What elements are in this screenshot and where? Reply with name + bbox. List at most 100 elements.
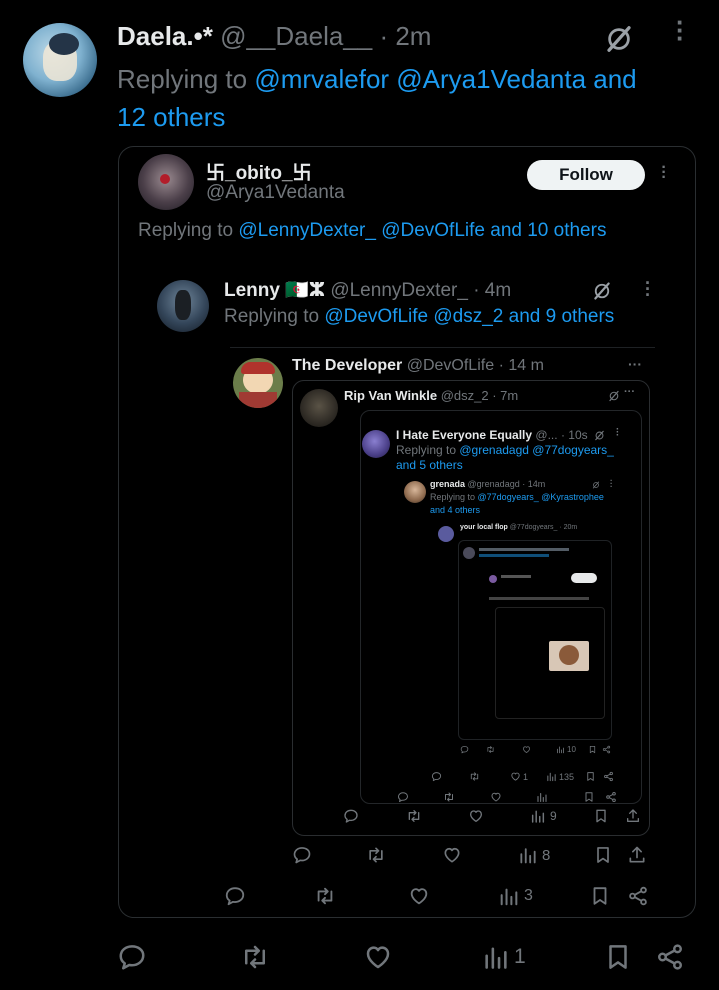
like-icon[interactable] xyxy=(490,791,502,803)
post-time[interactable]: · 20m xyxy=(559,524,577,531)
post-time[interactable]: · 2m xyxy=(379,21,431,51)
bookmark-icon[interactable] xyxy=(585,771,596,782)
replying-more[interactable]: and 5 others xyxy=(396,458,463,472)
author-handle[interactable]: @LennyDexter_ xyxy=(330,280,468,301)
replying-mentions[interactable]: @grenadagd @77dogyears_ xyxy=(459,443,613,457)
replying-mentions[interactable]: @LennyDexter_ @DevOfLife and 10 others xyxy=(238,220,606,241)
grok-icon[interactable] xyxy=(594,430,605,441)
reply-icon[interactable] xyxy=(117,942,147,972)
author-handle[interactable]: @dsz_2 xyxy=(441,388,489,403)
share-icon[interactable] xyxy=(655,942,685,972)
reply-icon[interactable] xyxy=(431,771,442,782)
views-icon[interactable]: 9 xyxy=(530,808,557,824)
bookmark-icon[interactable] xyxy=(593,808,609,824)
grok-icon[interactable] xyxy=(608,390,620,402)
author-name[interactable]: Rip Van Winkle xyxy=(344,388,437,403)
author-name[interactable]: 卐_obito_卐 xyxy=(206,158,312,185)
share-icon[interactable] xyxy=(602,745,611,754)
views-count: 9 xyxy=(550,809,557,823)
author-header: Daela.•* @__Daela__ · 2m xyxy=(117,20,431,52)
author-header: Rip Van Winkle @dsz_2 · 7m xyxy=(344,388,518,403)
avatar[interactable] xyxy=(233,358,283,408)
avatar[interactable] xyxy=(157,280,209,332)
retweet-icon[interactable] xyxy=(469,771,480,782)
bookmark-icon[interactable] xyxy=(593,845,613,865)
avatar[interactable] xyxy=(438,526,454,542)
author-handle[interactable]: @__Daela__ xyxy=(220,21,372,51)
views-icon[interactable]: 135 xyxy=(546,771,574,782)
author-name[interactable]: grenada xyxy=(430,479,465,489)
bookmark-icon[interactable] xyxy=(583,791,595,803)
like-icon[interactable] xyxy=(363,942,393,972)
more-icon[interactable]: ··· xyxy=(661,160,667,186)
more-icon[interactable]: ··· xyxy=(610,477,613,491)
reply-icon[interactable] xyxy=(397,791,409,803)
more-icon[interactable]: ··· xyxy=(616,425,620,441)
author-name[interactable]: I Hate Everyone Equally xyxy=(396,428,532,442)
share-icon[interactable] xyxy=(605,791,617,803)
author-name[interactable]: Daela.•* xyxy=(117,21,213,51)
author-handle[interactable]: @grenadagd xyxy=(468,479,520,489)
more-icon[interactable]: ··· xyxy=(676,9,685,51)
retweet-icon[interactable] xyxy=(314,885,336,907)
bookmark-icon[interactable] xyxy=(589,885,611,907)
avatar[interactable] xyxy=(138,154,194,210)
bookmark-icon[interactable] xyxy=(603,942,633,972)
reply-icon[interactable] xyxy=(224,885,246,907)
views-icon[interactable]: 8 xyxy=(518,845,550,865)
post-time[interactable]: · 14 m xyxy=(499,357,544,374)
upload-icon[interactable] xyxy=(625,808,641,824)
replying-mentions[interactable]: @mrvalefor @Arya1Vedanta and xyxy=(254,64,636,94)
views-icon[interactable] xyxy=(536,791,548,803)
author-name[interactable]: your local flop xyxy=(460,524,508,531)
replying-mentions[interactable]: @77dogyears_ @Kyrastrophee xyxy=(478,492,604,502)
author-handle[interactable]: @DevOfLife xyxy=(407,357,494,374)
grok-icon[interactable] xyxy=(592,281,612,301)
avatar[interactable] xyxy=(362,430,390,458)
views-icon[interactable]: 1 xyxy=(482,942,526,972)
reply-icon[interactable] xyxy=(343,808,359,824)
post-time[interactable]: · 4m xyxy=(473,280,511,301)
like-icon[interactable] xyxy=(468,808,484,824)
grok-icon[interactable] xyxy=(592,481,600,489)
more-icon[interactable]: ··· xyxy=(628,356,642,372)
like-icon[interactable] xyxy=(408,885,430,907)
upload-icon[interactable] xyxy=(627,845,647,865)
nested-post-thumbnail[interactable] xyxy=(458,540,612,740)
like-icon[interactable] xyxy=(522,745,531,754)
reply-icon[interactable] xyxy=(292,845,312,865)
reply-icon[interactable] xyxy=(460,745,469,754)
like-icon[interactable] xyxy=(442,845,462,865)
post-time[interactable]: · 10s xyxy=(561,428,588,442)
grok-icon[interactable] xyxy=(604,24,634,54)
author-handle[interactable]: @... xyxy=(535,428,557,442)
share-icon[interactable] xyxy=(603,771,614,782)
avatar[interactable] xyxy=(300,389,338,427)
replying-prefix: Replying to xyxy=(117,64,255,94)
share-icon[interactable] xyxy=(627,885,649,907)
author-name[interactable]: The Developer xyxy=(292,357,402,374)
retweet-icon[interactable] xyxy=(240,942,270,972)
avatar[interactable] xyxy=(404,481,426,503)
retweet-icon[interactable] xyxy=(486,745,495,754)
author-handle[interactable]: @77dogyears_ xyxy=(510,524,558,531)
views-icon[interactable]: 3 xyxy=(498,885,533,907)
like-icon[interactable]: 1 xyxy=(510,771,528,782)
avatar[interactable] xyxy=(23,23,97,97)
views-icon[interactable]: 10 xyxy=(556,745,576,754)
retweet-icon[interactable] xyxy=(366,845,386,865)
retweet-icon[interactable] xyxy=(443,791,455,803)
post-time[interactable]: · 14m xyxy=(522,479,545,489)
author-handle[interactable]: @Arya1Vedanta xyxy=(206,182,345,204)
replying-prefix: Replying to xyxy=(224,306,325,327)
post-time[interactable]: · 7m xyxy=(492,388,518,403)
replying-mentions[interactable]: @DevOfLife @dsz_2 and 9 others xyxy=(324,306,614,327)
bookmark-icon[interactable] xyxy=(588,745,597,754)
more-icon[interactable]: ··· xyxy=(645,274,651,304)
replying-more[interactable]: and 4 others xyxy=(430,505,480,515)
replying-more[interactable]: 12 others xyxy=(117,102,225,132)
retweet-icon[interactable] xyxy=(406,808,422,824)
follow-button[interactable]: Follow xyxy=(527,160,645,190)
more-icon[interactable]: ··· xyxy=(624,386,635,398)
author-name[interactable]: Lenny 🇩🇿ⵣ xyxy=(224,280,325,301)
